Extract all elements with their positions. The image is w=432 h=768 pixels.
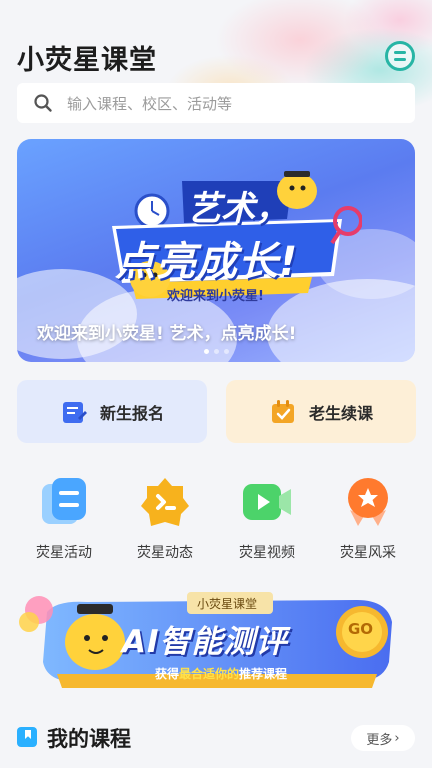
video-icon bbox=[243, 484, 291, 520]
grid-item-videos[interactable]: 荧星视频 bbox=[227, 476, 307, 562]
showcase-icon bbox=[348, 478, 388, 526]
search-bar[interactable]: 输入课程、校区、活动等 bbox=[17, 83, 415, 123]
banner-headline-1: 艺术， bbox=[187, 189, 289, 229]
calendar-check-icon bbox=[271, 399, 294, 423]
bookmark-icon bbox=[17, 727, 37, 747]
returning-student-renew-label: 老生续课 bbox=[308, 403, 373, 423]
more-label: 更多 bbox=[366, 732, 393, 748]
ai-banner-tag: 小荧星课堂 bbox=[197, 597, 258, 611]
ai-banner-go: GO bbox=[348, 620, 374, 638]
ai-banner-subtitle-prefix: 获得 bbox=[155, 667, 180, 681]
more-courses-button[interactable]: 更多 › bbox=[351, 725, 415, 751]
grid-item-activities[interactable]: 荧星活动 bbox=[24, 476, 104, 562]
my-courses-title: 我的课程 bbox=[47, 727, 131, 751]
ai-banner-subtitle: 获得最合适你的推荐课程 bbox=[155, 665, 287, 682]
activity-icon bbox=[42, 478, 86, 524]
ai-banner-subtitle-suffix: 推荐课程 bbox=[239, 667, 288, 681]
grid-item-showcase[interactable]: 荧星风采 bbox=[328, 476, 408, 562]
banner-caption: 欢迎来到小荧星! 艺术，点亮成长! bbox=[37, 324, 297, 344]
form-edit-icon bbox=[62, 401, 87, 423]
carousel-dot[interactable] bbox=[223, 349, 229, 354]
banner-headline-2: 点亮成长! bbox=[115, 239, 299, 285]
app-title: 小荧星课堂 bbox=[17, 45, 157, 76]
new-student-signup-label: 新生报名 bbox=[99, 403, 164, 423]
grid-label-news: 荧星动态 bbox=[137, 545, 193, 561]
carousel-dot[interactable] bbox=[213, 349, 219, 354]
carousel-dots[interactable] bbox=[17, 349, 415, 354]
ai-banner-title: AI智能测评 bbox=[122, 624, 288, 660]
promo-banner[interactable]: 艺术， 点亮成长! 欢迎来到小荧星! 欢迎来到小荧星! 艺术，点亮成长! bbox=[17, 139, 415, 362]
grid-label-showcase: 荧星风采 bbox=[340, 545, 396, 561]
returning-student-renew-button[interactable]: 老生续课 bbox=[226, 380, 416, 443]
menu-lines-icon[interactable] bbox=[385, 41, 415, 71]
search-icon bbox=[34, 94, 52, 112]
grid-label-videos: 荧星视频 bbox=[239, 545, 295, 561]
new-student-signup-button[interactable]: 新生报名 bbox=[17, 380, 207, 443]
search-placeholder: 输入课程、校区、活动等 bbox=[67, 94, 233, 113]
header-background bbox=[0, 0, 432, 160]
chevron-right-icon: › bbox=[394, 730, 400, 746]
star-news-icon bbox=[141, 478, 189, 526]
banner-ribbon: 欢迎来到小荧星! bbox=[167, 289, 264, 304]
ai-banner-subtitle-highlight: 最合适你的 bbox=[179, 667, 240, 681]
grid-label-activities: 荧星活动 bbox=[36, 545, 92, 561]
carousel-dot[interactable] bbox=[203, 349, 209, 354]
grid-item-news[interactable]: 荧星动态 bbox=[125, 476, 205, 562]
